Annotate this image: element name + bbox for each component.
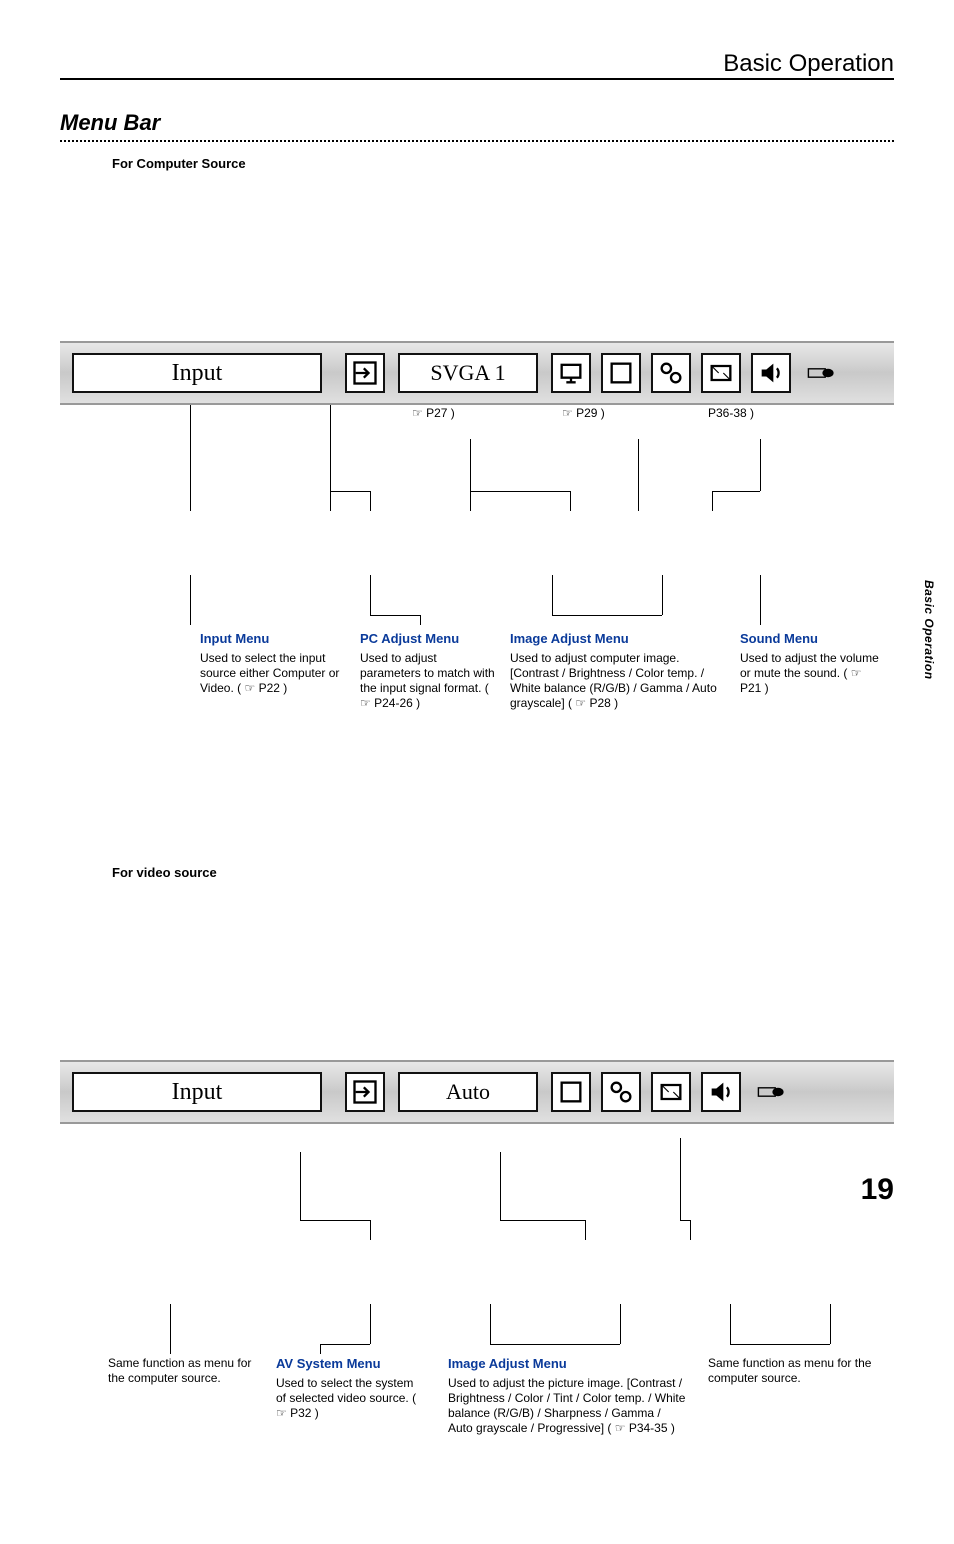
callout-title: Input Menu	[200, 631, 350, 647]
callout-title: Image Adjust Menu	[448, 1356, 688, 1372]
callout-av-system: AV System Menu Used to select the system…	[276, 1356, 426, 1421]
leader	[470, 491, 570, 492]
sound-menu-icon	[701, 1072, 741, 1112]
callout-same-left: Same function as menu for the computer s…	[108, 1356, 258, 1386]
input-menu-icon	[345, 1072, 385, 1112]
callout-desc: Used to select the input source either C…	[200, 651, 350, 696]
leader	[320, 1344, 321, 1354]
pc-adjust-icon	[551, 353, 591, 393]
leader	[680, 1220, 690, 1221]
menu-bar-computer: Input SVGA 1	[60, 341, 894, 405]
leader	[760, 439, 761, 491]
leader	[570, 491, 571, 511]
callout-pc-adjust: PC Adjust Menu Used to adjust parameters…	[360, 631, 500, 711]
callout-desc: Used to adjust computer image. [Contrast…	[510, 651, 730, 711]
callout-image-adjust: Image Adjust Menu Used to adjust compute…	[510, 631, 730, 711]
system-box: SVGA 1	[398, 353, 538, 393]
callout-title: Image Adjust Menu	[510, 631, 730, 647]
leader	[190, 403, 191, 511]
setting-menu-icon	[801, 353, 841, 393]
leader	[552, 615, 662, 616]
setting-menu-icon	[751, 1072, 791, 1112]
computer-block: Guide Window Shows the selected item of …	[60, 341, 894, 805]
leader	[500, 1152, 501, 1220]
leader	[585, 1220, 586, 1240]
leader	[370, 491, 371, 511]
leader	[370, 1220, 371, 1240]
leader	[330, 491, 370, 492]
side-tab: Basic Operation	[922, 580, 936, 680]
leader	[300, 1220, 370, 1221]
leader	[190, 575, 191, 625]
page-number: 19	[861, 1173, 894, 1207]
sound-menu-icon	[751, 353, 791, 393]
leader	[490, 1304, 491, 1344]
image-adjust-icon	[651, 353, 691, 393]
leader	[330, 403, 331, 511]
leader	[760, 575, 761, 625]
header-rule	[60, 78, 894, 80]
screen-menu-icon	[651, 1072, 691, 1112]
leader	[690, 1220, 691, 1240]
callout-desc: Used to adjust the picture image. [Contr…	[448, 1376, 688, 1436]
callout-desc: Used to adjust the volume or mute the so…	[740, 651, 880, 696]
leader	[370, 575, 371, 615]
leader	[730, 1304, 731, 1344]
leader	[420, 615, 421, 625]
image-adjust-icon	[601, 1072, 641, 1112]
section-title: Menu Bar	[60, 110, 894, 136]
leader	[370, 615, 420, 616]
guide-window-box: Input	[72, 1072, 322, 1112]
callout-title: Sound Menu	[740, 631, 880, 647]
callout-desc: Used to adjust parameters to match with …	[360, 651, 500, 711]
leader	[712, 491, 760, 492]
leader	[370, 1304, 371, 1344]
leader	[470, 439, 471, 511]
video-block: Input Menu Used to select the input sour…	[60, 1060, 894, 1544]
callout-title: AV System Menu	[276, 1356, 426, 1372]
menu-bar-video: Input Auto	[60, 1060, 894, 1124]
callout-desc: Same function as menu for the computer s…	[708, 1356, 888, 1386]
leader	[680, 1138, 681, 1220]
dotted-rule	[60, 140, 894, 142]
leader	[620, 1304, 621, 1344]
computer-source-heading: For Computer Source	[112, 156, 894, 171]
leader	[730, 1344, 830, 1345]
system-box: Auto	[398, 1072, 538, 1112]
leader	[712, 491, 713, 511]
callout-input-menu: Input Menu Used to select the input sour…	[200, 631, 350, 696]
input-menu-icon	[345, 353, 385, 393]
leader	[662, 575, 663, 615]
callout-desc: Same function as menu for the computer s…	[108, 1356, 258, 1386]
callout-sound: Sound Menu Used to adjust the volume or …	[740, 631, 880, 696]
image-select-icon	[601, 353, 641, 393]
leader	[320, 1344, 370, 1345]
guide-window-box: Input	[72, 353, 322, 393]
leader	[300, 1152, 301, 1220]
leader	[830, 1304, 831, 1344]
leader	[500, 1220, 585, 1221]
leader	[638, 439, 639, 511]
image-select-icon	[551, 1072, 591, 1112]
leader	[552, 575, 553, 615]
leader	[170, 1304, 171, 1354]
callout-same-right: Same function as menu for the computer s…	[708, 1356, 888, 1386]
callout-desc: Used to select the system of selected vi…	[276, 1376, 426, 1421]
callout-title: PC Adjust Menu	[360, 631, 500, 647]
leader	[490, 1344, 620, 1345]
video-source-heading: For video source	[112, 865, 894, 880]
callout-v-image-adjust: Image Adjust Menu Used to adjust the pic…	[448, 1356, 688, 1436]
screen-menu-icon	[701, 353, 741, 393]
